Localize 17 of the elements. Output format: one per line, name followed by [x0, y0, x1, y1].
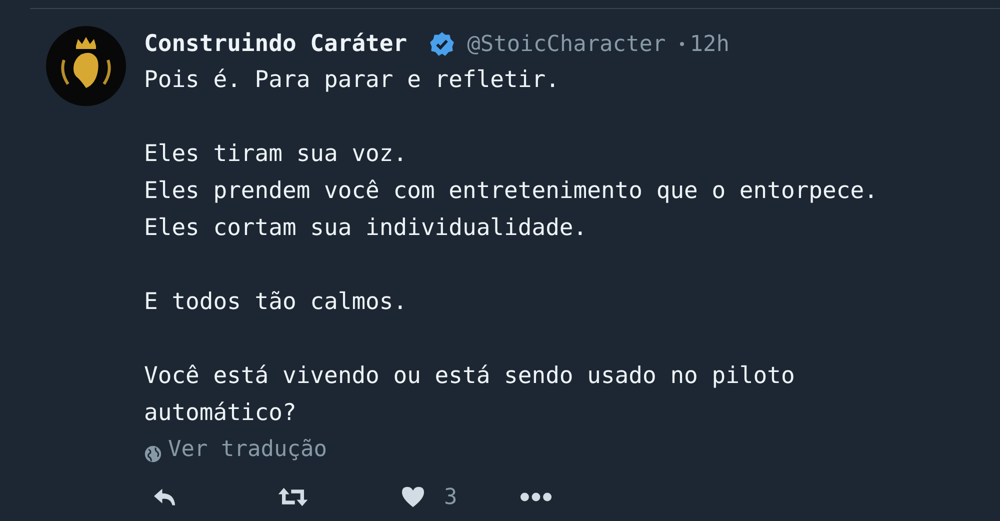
- author-handle[interactable]: @StoicCharacter: [467, 32, 666, 56]
- heart-icon[interactable]: [400, 486, 426, 508]
- tweet-text: Eles cortam sua individualidade.: [144, 214, 588, 243]
- tweet-text: Pois é. Para parar e refletir.: [144, 66, 560, 95]
- tweet-text: Você está vivendo ou está sendo usado no piloto automático?: [144, 362, 796, 428]
- retweet-icon[interactable]: [276, 486, 310, 508]
- more-icon[interactable]: [520, 492, 552, 502]
- tweet-text: Eles tiram sua voz.: [144, 140, 408, 169]
- separator-dot-icon: [680, 42, 684, 46]
- like-count: 3: [444, 484, 458, 510]
- tweet-text: Eles prendem você com entretenimento que o entorpece.: [144, 177, 879, 206]
- author-name[interactable]: Construindo Caráter: [144, 31, 408, 57]
- translate-link[interactable]: Ver tradução: [168, 436, 327, 462]
- tweet-text: E todos tão calmos.: [144, 288, 408, 317]
- post-time[interactable]: 12h: [690, 32, 730, 56]
- reply-icon[interactable]: [152, 486, 178, 508]
- globe-icon: [144, 445, 162, 463]
